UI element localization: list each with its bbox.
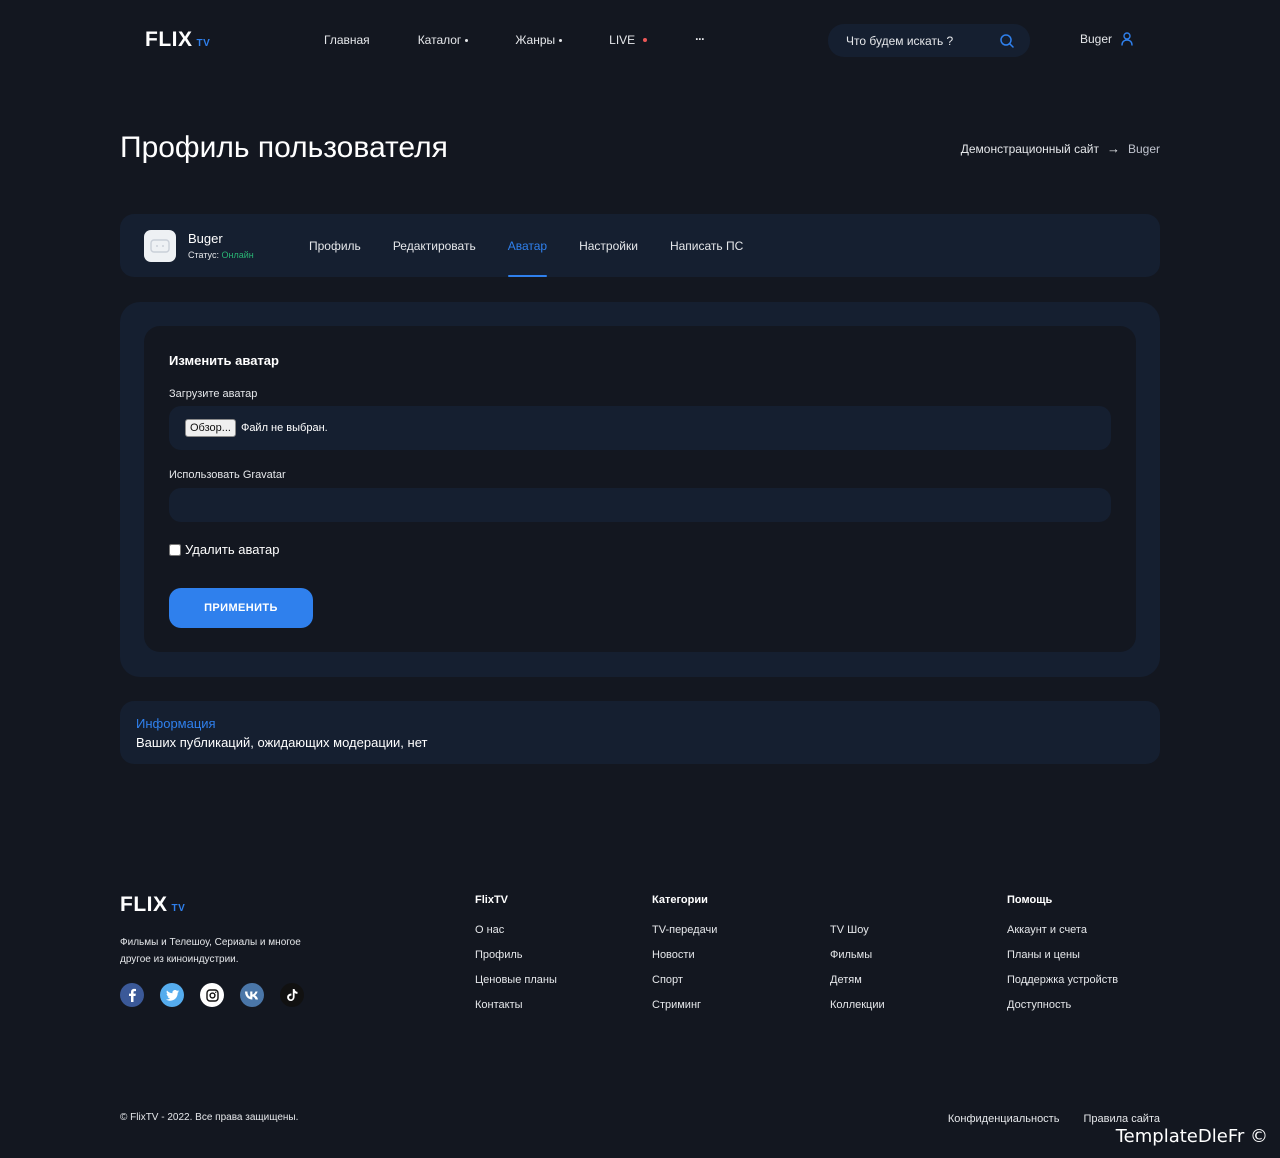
search-icon[interactable] <box>1000 33 1014 48</box>
footer-link[interactable]: Детям <box>830 974 885 999</box>
footer-column-categories-2: TV Шоу Фильмы Детям Коллекции <box>830 894 885 1024</box>
tab-edit[interactable]: Редактировать <box>393 214 476 277</box>
tab-avatar[interactable]: Аватар <box>507 214 548 277</box>
site-logo[interactable]: FLIX TV <box>145 28 210 52</box>
page-title: Профиль пользователя <box>120 131 448 164</box>
footer-link[interactable]: TV Шоу <box>830 924 885 949</box>
footer-column-flixtv: FlixTV О нас Профиль Ценовые планы Конта… <box>475 894 557 1024</box>
footer-link[interactable]: Профиль <box>475 949 557 974</box>
profile-status: Статус: Онлайн <box>188 250 254 260</box>
upload-label: Загрузите аватар <box>169 388 258 400</box>
footer-column-title <box>830 894 885 906</box>
footer-description: Фильмы и Телешоу, Сериалы и многое друго… <box>120 937 301 965</box>
nav-item-home[interactable]: Главная <box>324 33 370 47</box>
profile-tabs: Профиль Редактировать Аватар Настройки Н… <box>309 214 743 277</box>
user-menu-link[interactable]: Buger <box>1080 32 1133 46</box>
footer-link[interactable]: Новости <box>652 949 717 974</box>
footer-logo[interactable]: FLIX TV <box>120 893 185 917</box>
info-title: Информация <box>136 716 216 731</box>
tiktok-icon[interactable] <box>280 983 304 1007</box>
info-text: Ваших публикаций, ожидающих модерации, н… <box>136 735 428 750</box>
footer-link[interactable]: Поддержка устройств <box>1007 974 1118 999</box>
dropdown-dot-icon <box>559 38 563 42</box>
profile-name: Buger <box>188 231 223 246</box>
footer-column-title: FlixTV <box>475 894 509 906</box>
profile-bar: Buger Статус: Онлайн Профиль Редактирова… <box>120 214 1160 277</box>
footer-link[interactable]: Ценовые планы <box>475 974 557 999</box>
status-badge: Онлайн <box>221 250 254 260</box>
user-icon <box>1121 32 1133 46</box>
footer-link[interactable]: TV-передачи <box>652 924 717 949</box>
main-nav: Главная Каталог Жанры LIVE ··· <box>324 31 705 47</box>
footer-link[interactable]: Контакты <box>475 999 557 1024</box>
footer-link[interactable]: Коллекции <box>830 999 885 1024</box>
tab-profile[interactable]: Профиль <box>309 214 361 277</box>
footer-bottom-links: Конфиденциальность Правила сайта <box>924 1113 1160 1125</box>
gravatar-label: Использовать Gravatar <box>169 469 286 481</box>
arrow-right-icon: → <box>1106 141 1120 156</box>
copyright: © FlixTV - 2022. Все права защищены. <box>120 1112 299 1123</box>
footer-column-categories: Категории TV-передачи Новости Спорт Стри… <box>652 894 717 1024</box>
info-panel: Информация Ваших публикаций, ожидающих м… <box>120 701 1160 764</box>
footer-column-help: Помощь Аккаунт и счета Планы и цены Подд… <box>1007 894 1118 1024</box>
search-input[interactable] <box>846 33 996 48</box>
avatar <box>144 230 176 262</box>
file-status-text: Файл не выбран. <box>240 422 328 434</box>
breadcrumb-home-link[interactable]: Демонстрационный сайт <box>961 142 1099 156</box>
tab-settings[interactable]: Настройки <box>579 214 638 277</box>
footer-column-title: Помощь <box>1007 894 1053 906</box>
tab-send-pm[interactable]: Написать ПС <box>670 214 743 277</box>
footer-link[interactable]: Спорт <box>652 974 717 999</box>
avatar-form: Изменить аватар Загрузите аватар Обзор..… <box>144 326 1136 652</box>
breadcrumb: Демонстрационный сайт → Buger <box>961 141 1160 156</box>
footer-link[interactable]: О нас <box>475 924 557 949</box>
live-indicator-icon <box>643 38 648 42</box>
search-box <box>828 24 1030 57</box>
apply-button[interactable]: ПРИМЕНИТЬ <box>169 588 313 628</box>
more-icon[interactable]: ··· <box>695 31 705 47</box>
file-upload-field[interactable]: Обзор... Файл не выбран. <box>169 406 1111 450</box>
footer-link[interactable]: Планы и цены <box>1007 949 1118 974</box>
footer-link[interactable]: Фильмы <box>830 949 885 974</box>
vk-icon[interactable] <box>240 983 264 1007</box>
nav-item-genres[interactable]: Жанры <box>515 33 563 47</box>
breadcrumb-current: Buger <box>1127 141 1160 156</box>
rules-link[interactable]: Правила сайта <box>1083 1113 1160 1125</box>
form-title: Изменить аватар <box>169 353 279 368</box>
avatar-placeholder-icon <box>150 239 170 253</box>
privacy-link[interactable]: Конфиденциальность <box>948 1113 1060 1125</box>
footer-link[interactable]: Доступность <box>1007 999 1118 1024</box>
site-header: FLIXTV Главная Каталог Жанры LIVE ··· Bu… <box>0 0 1280 80</box>
browse-button[interactable]: Обзор... <box>185 419 236 437</box>
social-links <box>120 983 320 1007</box>
gravatar-input[interactable] <box>169 488 1111 522</box>
twitter-icon[interactable] <box>160 983 184 1007</box>
delete-avatar-checkbox[interactable] <box>169 543 181 556</box>
delete-avatar-option[interactable]: Удалить аватар <box>168 542 279 557</box>
delete-avatar-label: Удалить аватар <box>185 542 280 557</box>
instagram-icon[interactable] <box>200 983 224 1007</box>
footer-link[interactable]: Стриминг <box>652 999 717 1024</box>
watermark: TemplateDleFr © <box>1115 1126 1268 1147</box>
footer-column-title: Категории <box>652 894 708 906</box>
footer-link[interactable]: Аккаунт и счета <box>1007 924 1118 949</box>
nav-item-catalog[interactable]: Каталог <box>418 33 469 47</box>
nav-item-live[interactable]: LIVE <box>609 33 648 47</box>
facebook-icon[interactable] <box>120 983 144 1007</box>
dropdown-dot-icon <box>465 38 469 42</box>
avatar-form-container: Изменить аватар Загрузите аватар Обзор..… <box>120 302 1160 677</box>
